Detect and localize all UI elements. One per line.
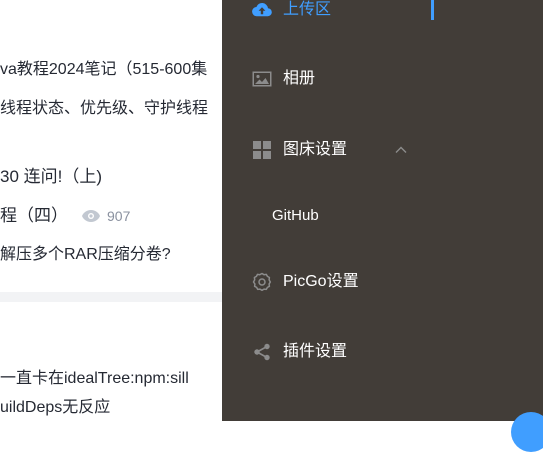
sidebar-item-label: 图床设置: [283, 141, 348, 158]
sidebar-item-picgo-settings[interactable]: PicGo设置: [222, 262, 543, 302]
article-title-line[interactable]: 一直卡在idealTree:npm:sill: [0, 369, 189, 389]
grid-icon: [251, 139, 273, 161]
view-count-value: 907: [107, 208, 131, 224]
article-title-line[interactable]: uildDeps无反应: [0, 398, 110, 418]
article-title-line[interactable]: 解压多个RAR压缩分卷?: [0, 245, 171, 265]
active-indicator: [431, 0, 434, 20]
cloud-upload-icon: [251, 0, 273, 21]
sidebar-subitem-github[interactable]: GitHub: [222, 196, 543, 236]
article-title-line[interactable]: 线程状态、优先级、守护线程: [0, 99, 208, 119]
sidebar-item-label: 相册: [283, 70, 316, 87]
article-title-text[interactable]: 程（四）: [0, 206, 68, 226]
article-title-line[interactable]: va教程2024笔记（515-600集: [0, 60, 207, 80]
floating-action-button[interactable]: [511, 412, 543, 452]
sidebar-item-label: GitHub: [272, 207, 319, 224]
picgo-sidebar: 上传区 相册 图床设置 GitHub PicGo设置 插件设置: [222, 0, 543, 452]
article-title-line[interactable]: 30 连问!（上): [0, 167, 102, 187]
sidebar-item-label: PicGo设置: [283, 273, 359, 290]
sidebar-item-picbed-settings[interactable]: 图床设置: [222, 130, 543, 170]
sidebar-item-plugin-settings[interactable]: 插件设置: [222, 332, 543, 372]
article-title-line[interactable]: 程（四） 907: [0, 206, 130, 226]
image-icon: [251, 68, 273, 90]
view-count: 907: [82, 206, 130, 226]
sidebar-item-upload[interactable]: 上传区: [222, 0, 543, 30]
background-page: va教程2024笔记（515-600集 线程状态、优先级、守护线程 30 连问!…: [0, 0, 222, 421]
gear-icon: [251, 271, 273, 293]
section-divider: [0, 292, 222, 302]
sidebar-item-album[interactable]: 相册: [222, 59, 543, 99]
sidebar-item-label: 上传区: [283, 1, 332, 18]
sidebar-item-label: 插件设置: [283, 343, 348, 360]
share-icon: [251, 341, 273, 363]
eye-icon: [82, 210, 100, 222]
chevron-up-icon[interactable]: [394, 143, 408, 157]
